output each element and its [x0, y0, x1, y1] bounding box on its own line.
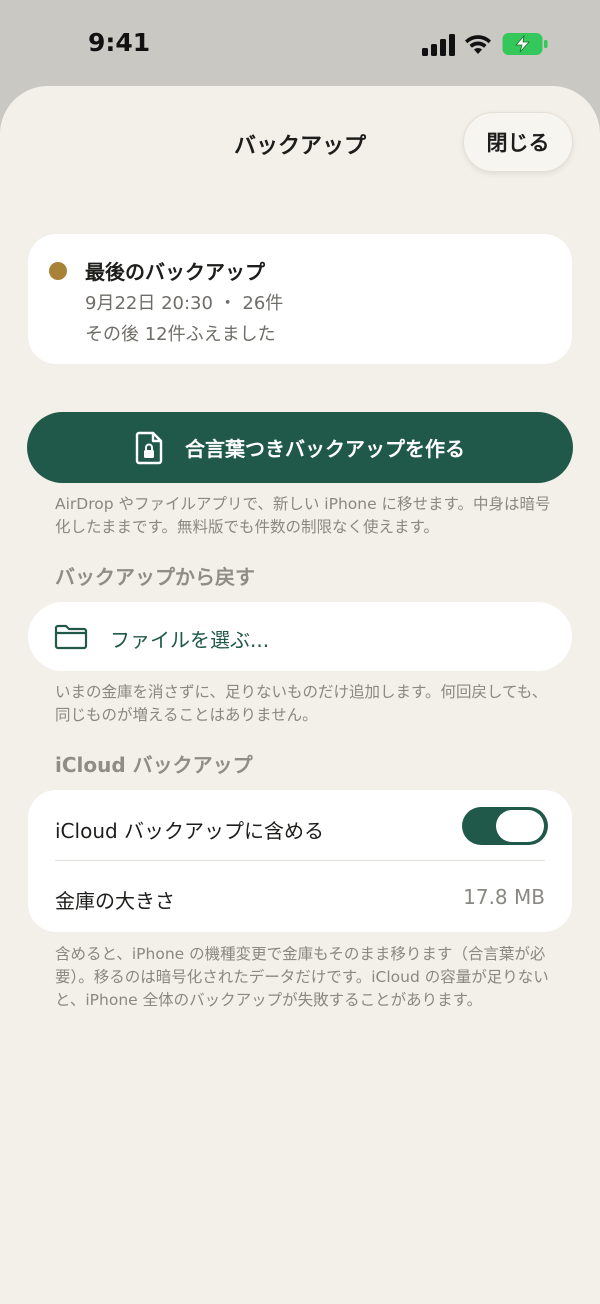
toggle-knob [496, 810, 544, 842]
last-backup-title: 最後のバックアップ [85, 260, 265, 284]
vault-size-label: 金庫の大きさ [55, 889, 175, 913]
last-backup-meta: 9月22日 20:30 ・ 26件 [85, 293, 284, 314]
vault-size-value: 17.8 MB [463, 885, 545, 909]
restore-note: いまの金庫を消さずに、足りないものだけ追加します。何回戻しても、同じものが増える… [55, 683, 548, 724]
create-backup-label: 合言葉つきバックアップを作る [185, 437, 465, 461]
choose-file-label: ファイルを選ぶ... [110, 628, 270, 652]
document-lock-icon [135, 431, 163, 464]
battery-charging-icon [502, 33, 548, 55]
status-time: 9:41 [88, 28, 151, 57]
icloud-include-label: iCloud バックアップに含める [55, 819, 325, 843]
restore-section-header: バックアップから戻す [55, 565, 255, 589]
status-bar: 9:41 [0, 0, 600, 86]
icloud-include-toggle[interactable] [462, 807, 548, 845]
wifi-icon [465, 35, 491, 54]
choose-file-button[interactable]: ファイルを選ぶ... [28, 602, 572, 671]
close-button[interactable]: 閉じる [463, 112, 573, 172]
icloud-note: 含めると、iPhone の機種変更で金庫もそのまま移ります（合言葉が必要）。移る… [55, 945, 549, 1009]
last-backup-card: 最後のバックアップ 9月22日 20:30 ・ 26件 その後 12件ふえました [28, 234, 572, 364]
create-backup-note: AirDrop やファイルアプリで、新しい iPhone に移せます。中身は暗号… [55, 495, 551, 536]
folder-icon [54, 624, 88, 650]
backup-status-dot [49, 262, 67, 280]
create-backup-button[interactable]: 合言葉つきバックアップを作る [27, 412, 573, 483]
backup-sheet: バックアップ 閉じる 最後のバックアップ 9月22日 20:30 ・ 26件 そ… [0, 86, 600, 1304]
last-backup-since: その後 12件ふえました [85, 324, 276, 345]
cellular-signal-icon [422, 34, 455, 56]
icloud-section-header: iCloud バックアップ [55, 753, 253, 777]
divider [55, 860, 545, 861]
icloud-card: iCloud バックアップに含める 金庫の大きさ 17.8 MB [28, 790, 572, 932]
